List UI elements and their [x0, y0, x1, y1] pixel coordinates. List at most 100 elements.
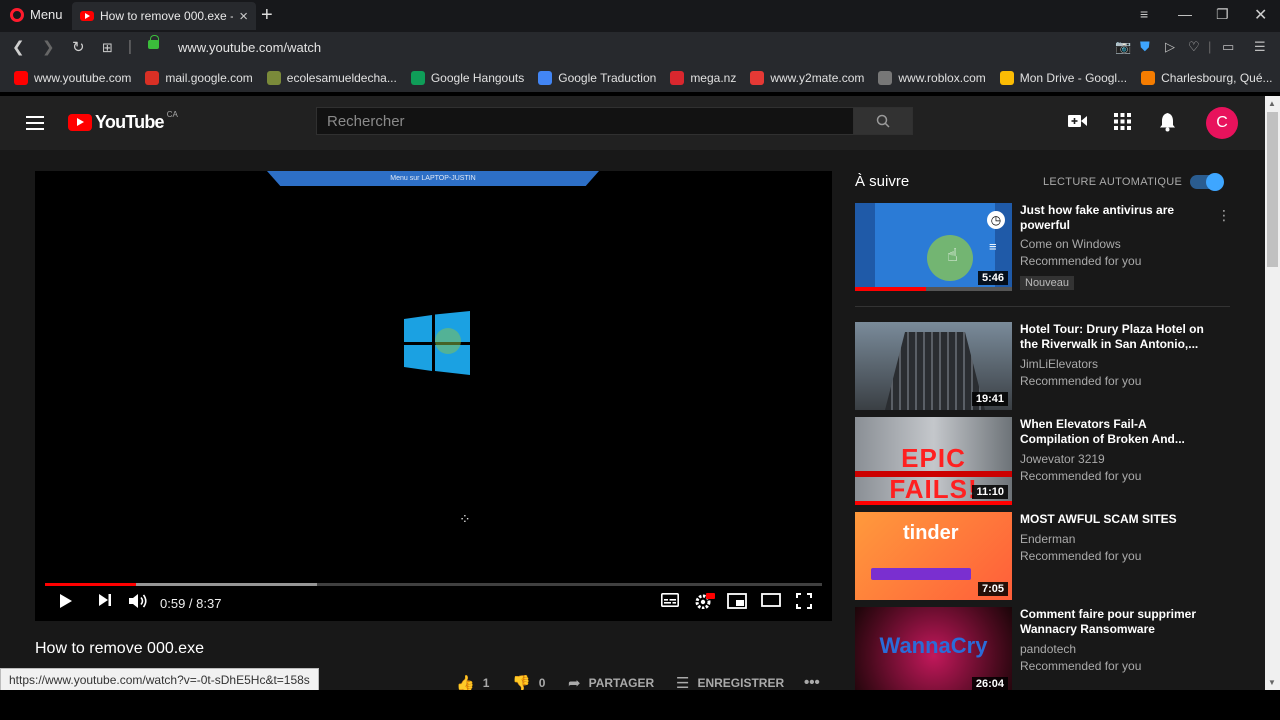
windows-logo-icon: [404, 311, 470, 375]
share-button[interactable]: ➦ PARTAGER: [568, 674, 654, 690]
recommendation-channel[interactable]: Enderman: [1020, 532, 1075, 546]
youtube-favicon-icon: [14, 71, 28, 85]
thumbnail-text: EPIC FAILS!: [889, 443, 978, 504]
scroll-up-arrow-icon[interactable]: ▲: [1268, 99, 1276, 108]
thumbs-down-icon: 👎: [512, 675, 531, 690]
video-duration: 19:41: [971, 392, 1008, 406]
watch-later-clock-icon[interactable]: ◷: [987, 211, 1005, 229]
skip-next-icon: [99, 594, 111, 606]
video-player[interactable]: Menu sur LAPTOP-JUSTIN ⁘ 0:59 / 8:37: [35, 171, 832, 621]
browser-tab-active[interactable]: How to remove 000.exe - YouTube ×: [72, 2, 256, 30]
send-icon[interactable]: ▷: [1165, 39, 1175, 55]
bookmark-charlesbourg[interactable]: Charlesbourg, Qué...: [1141, 71, 1273, 85]
watched-progress: [855, 287, 926, 291]
bookmark-ecole[interactable]: ecolesamueldecha...: [266, 71, 397, 85]
battery-saver-icon[interactable]: ▭: [1222, 39, 1234, 55]
restore-window-icon[interactable]: ❐: [1216, 6, 1229, 23]
miniplayer-button[interactable]: [727, 593, 747, 614]
search-button[interactable]: [853, 107, 913, 135]
subtitles-button[interactable]: [661, 593, 679, 612]
recommendation-channel[interactable]: JimLiElevators: [1020, 357, 1098, 371]
apps-grid-icon[interactable]: [1114, 113, 1131, 135]
guide-menu-icon[interactable]: [26, 116, 44, 130]
video-thumbnail[interactable]: 19:41: [855, 322, 1012, 410]
video-duration: 11:10: [972, 485, 1008, 499]
vpn-shield-icon[interactable]: ⛊: [1140, 39, 1150, 55]
mute-button[interactable]: [129, 593, 149, 614]
page-scrollbar[interactable]: ▲ ▼: [1265, 96, 1280, 690]
video-thumbnail[interactable]: WannaCry 26:04: [855, 607, 1012, 690]
remote-desktop-bar: Menu sur LAPTOP-JUSTIN: [267, 171, 599, 186]
snapshot-camera-icon[interactable]: 📷: [1115, 39, 1131, 55]
browser-tab-bar: Menu How to remove 000.exe - YouTube × +…: [0, 0, 1280, 32]
recommendation-title[interactable]: Comment faire pour supprimer Wannacry Ra…: [1020, 607, 1210, 637]
recommendation-channel[interactable]: Jowevator 3219: [1020, 452, 1105, 466]
more-vertical-icon[interactable]: ⋮: [1217, 207, 1231, 224]
recommendation-title[interactable]: When Elevators Fail-A Compilation of Bro…: [1020, 417, 1210, 447]
autoplay-toggle[interactable]: [1190, 173, 1224, 191]
notifications-bell-icon[interactable]: [1159, 113, 1176, 137]
next-video-button[interactable]: [98, 593, 112, 612]
recommendation-channel[interactable]: pandotech: [1020, 642, 1076, 656]
bookmark-youtube[interactable]: www.youtube.com: [14, 71, 131, 85]
add-to-queue-icon[interactable]: ≡: [989, 239, 997, 254]
recommendation-title[interactable]: Hotel Tour: Drury Plaza Hotel on the Riv…: [1020, 322, 1210, 352]
school-crest-icon: [266, 71, 281, 85]
recommendation-item[interactable]: WannaCry 26:04 Comment faire pour suppri…: [855, 607, 1235, 690]
up-next-heading: À suivre: [855, 173, 910, 190]
recommendation-item[interactable]: 19:41 Hotel Tour: Drury Plaza Hotel on t…: [855, 322, 1235, 410]
progress-bar[interactable]: [45, 583, 822, 586]
search-icon: [876, 114, 890, 128]
bookmark-translate[interactable]: Google Traduction: [538, 71, 656, 85]
theater-mode-icon: [761, 593, 781, 607]
bookmark-y2mate[interactable]: www.y2mate.com: [750, 71, 864, 85]
speed-dial-icon[interactable]: ⊞: [102, 40, 113, 56]
video-thumbnail[interactable]: ☝ ◷ ≡ 5:46: [855, 203, 1012, 291]
search-input[interactable]: Rechercher: [316, 107, 854, 135]
recommendation-title[interactable]: Just how fake antivirus are powerful: [1020, 203, 1210, 233]
fullscreen-button[interactable]: [796, 593, 812, 614]
bookmark-drive[interactable]: Mon Drive - Googl...: [999, 71, 1127, 85]
bookmark-mega[interactable]: mega.nz: [670, 71, 736, 85]
save-button[interactable]: ☰ ENREGISTRER: [676, 674, 784, 690]
scrollbar-thumb[interactable]: [1267, 112, 1278, 267]
scroll-down-arrow-icon[interactable]: ▼: [1268, 678, 1276, 687]
youtube-logo[interactable]: YouTube CA: [68, 110, 178, 133]
heart-bookmark-icon[interactable]: ♡: [1188, 39, 1200, 55]
youtube-play-logo-icon: [68, 114, 92, 131]
bookmark-gmail[interactable]: mail.google.com: [145, 71, 253, 85]
recommendation-reason: Recommended for you: [1020, 549, 1142, 563]
url-field[interactable]: www.youtube.com/watch: [178, 40, 321, 55]
link-status-tooltip: https://www.youtube.com/watch?v=-0t-sDhE…: [0, 668, 319, 690]
new-tab-button[interactable]: +: [261, 4, 273, 27]
recommendation-title[interactable]: MOST AWFUL SCAM SITES: [1020, 512, 1210, 527]
play-button[interactable]: [59, 593, 73, 614]
dislike-button[interactable]: 👎 0: [512, 674, 545, 690]
recommendation-item[interactable]: tinder 7:05 MOST AWFUL SCAM SITES Enderm…: [855, 512, 1235, 600]
opera-menu-button[interactable]: Menu: [10, 7, 63, 22]
forward-icon[interactable]: ❯: [42, 38, 55, 56]
like-button[interactable]: 👍 1: [456, 674, 489, 690]
separator: |: [128, 38, 132, 55]
reload-icon[interactable]: ↻: [72, 38, 85, 56]
more-actions-button[interactable]: •••: [804, 674, 820, 690]
tab-menu-icon[interactable]: ≡: [1140, 6, 1148, 22]
minimize-window-icon[interactable]: —: [1178, 6, 1192, 22]
easy-setup-icon[interactable]: ☰: [1254, 39, 1266, 55]
recommendation-item[interactable]: ☝ ◷ ≡ 5:46 Just how fake antivirus are p…: [855, 203, 1235, 291]
theater-mode-button[interactable]: [761, 593, 781, 612]
tab-close-icon[interactable]: ×: [239, 8, 248, 25]
back-icon[interactable]: ❮: [12, 38, 25, 56]
video-thumbnail[interactable]: tinder 7:05: [855, 512, 1012, 600]
account-avatar[interactable]: C: [1206, 107, 1238, 139]
youtube-logo-text: YouTube: [95, 112, 165, 132]
close-window-icon[interactable]: ✕: [1254, 5, 1267, 25]
video-thumbnail[interactable]: EPIC FAILS! 11:10: [855, 417, 1012, 505]
hand-cursor-icon: ☝: [947, 245, 958, 265]
bookmark-hangouts[interactable]: Google Hangouts: [410, 71, 524, 85]
settings-button[interactable]: [695, 593, 715, 614]
recommendation-channel[interactable]: Come on Windows: [1020, 237, 1121, 251]
create-video-icon[interactable]: [1068, 113, 1087, 133]
bookmark-roblox[interactable]: www.roblox.com: [878, 71, 986, 85]
recommendation-item[interactable]: EPIC FAILS! 11:10 When Elevators Fail-A …: [855, 417, 1235, 505]
